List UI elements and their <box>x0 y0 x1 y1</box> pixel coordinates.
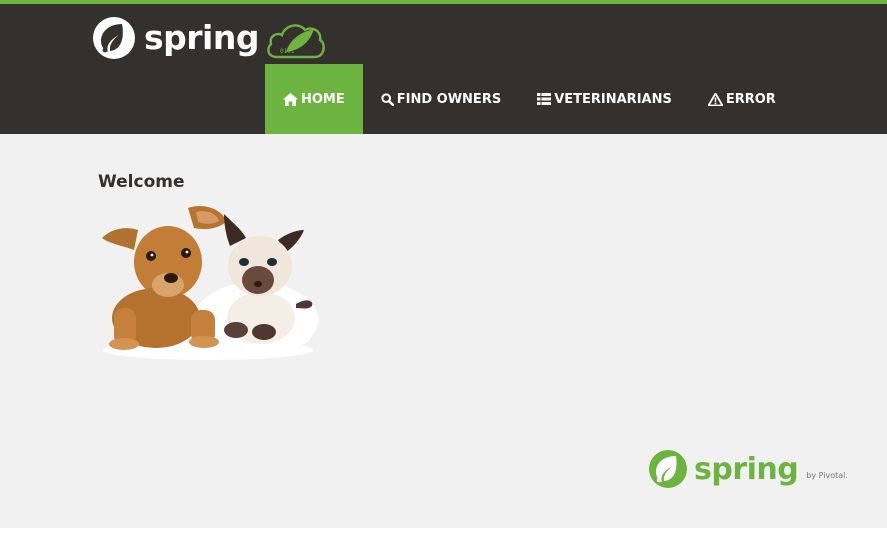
cloud-badge-text: 0101 <box>280 48 295 55</box>
page: spring 0101 HOME FIND OWNERS VETERINARIA… <box>0 0 887 533</box>
nav-veterinarians-label: VETERINARIANS <box>554 91 672 107</box>
footer-brand-wordmark: spring <box>694 451 799 487</box>
nav-find-owners[interactable]: FIND OWNERS <box>363 64 519 134</box>
dog-illustration <box>102 205 226 350</box>
nav-error[interactable]: ERROR <box>690 64 794 134</box>
spring-leaf-icon <box>649 450 687 488</box>
cloud-logo-icon: 0101 <box>267 24 325 59</box>
footer-spring-logo[interactable]: spring by Pivotal. <box>648 446 848 492</box>
home-icon <box>283 92 298 106</box>
nav-veterinarians[interactable]: VETERINARIANS <box>519 64 690 134</box>
spring-leaf-icon <box>93 17 135 59</box>
list-icon <box>537 93 552 105</box>
bottom-divider <box>0 528 887 533</box>
nav-error-label: ERROR <box>725 91 776 107</box>
search-icon <box>381 92 394 106</box>
main-nav: HOME FIND OWNERS VETERINARIANS ERROR <box>265 64 794 134</box>
nav-home[interactable]: HOME <box>265 64 363 134</box>
brand-wordmark: spring <box>144 17 259 57</box>
nav-find-owners-label: FIND OWNERS <box>396 91 502 107</box>
pets-image <box>102 205 318 360</box>
nav-home-label: HOME <box>301 91 345 107</box>
page-title: Welcome <box>98 172 185 192</box>
header: spring 0101 HOME FIND OWNERS VETERINARIA… <box>0 0 887 134</box>
spring-logo[interactable]: spring 0101 <box>92 14 327 62</box>
warning-icon <box>707 92 723 106</box>
footer-by-pivotal: by Pivotal. <box>806 470 848 480</box>
